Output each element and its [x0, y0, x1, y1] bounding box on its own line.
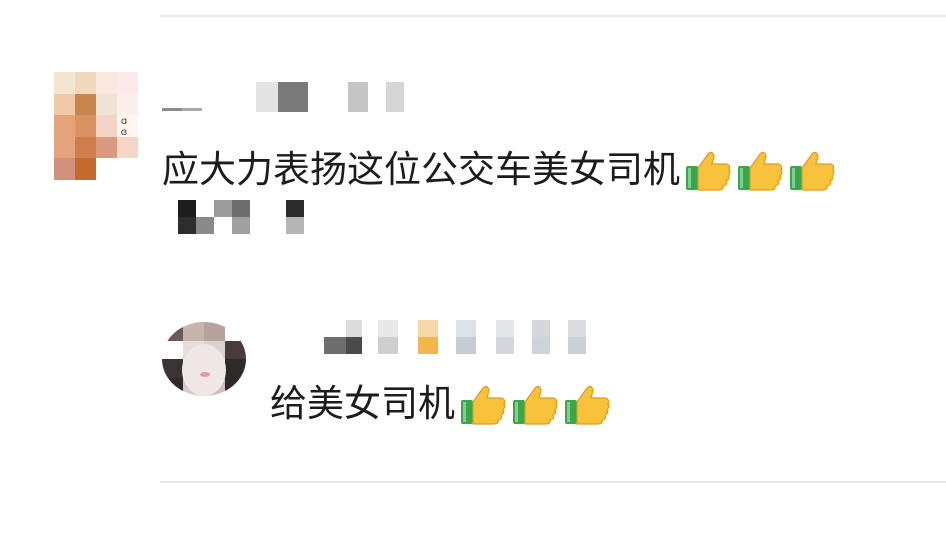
comment-1-reactions	[684, 148, 836, 192]
comment-1-text: 应大力表扬这位公交车美女司机	[162, 148, 680, 191]
thumbs-up-icon	[511, 382, 559, 426]
thumbs-up-icon	[563, 382, 611, 426]
comment-1-meta-masked	[160, 200, 322, 234]
avatar-face	[182, 344, 226, 396]
avatar-mouth	[200, 372, 210, 377]
bottom-divider	[160, 481, 946, 483]
comment-thread: ɑɞ 应大力表扬这位公交车美女司机 给美女司机	[0, 0, 946, 545]
comment-1-text-row: 应大力表扬这位公交车美女司机	[162, 148, 836, 192]
comment-2-reactions	[459, 382, 611, 426]
thumbs-up-icon	[459, 382, 507, 426]
comment-2-text-row: 给美女司机	[270, 382, 611, 426]
avatar-commenter-2[interactable]	[162, 322, 246, 396]
top-divider	[160, 15, 946, 17]
thumbs-up-icon	[684, 148, 732, 192]
commenter-1-name-masked[interactable]	[162, 82, 422, 112]
thumbs-up-icon	[736, 148, 784, 192]
thumbs-up-icon	[788, 148, 836, 192]
comment-2-text: 给美女司机	[270, 382, 455, 425]
avatar-commenter-1[interactable]: ɑɞ	[54, 72, 138, 180]
commenter-2-name-masked[interactable]	[304, 320, 604, 354]
avatar-badge-icon: ɑɞ	[120, 116, 128, 138]
